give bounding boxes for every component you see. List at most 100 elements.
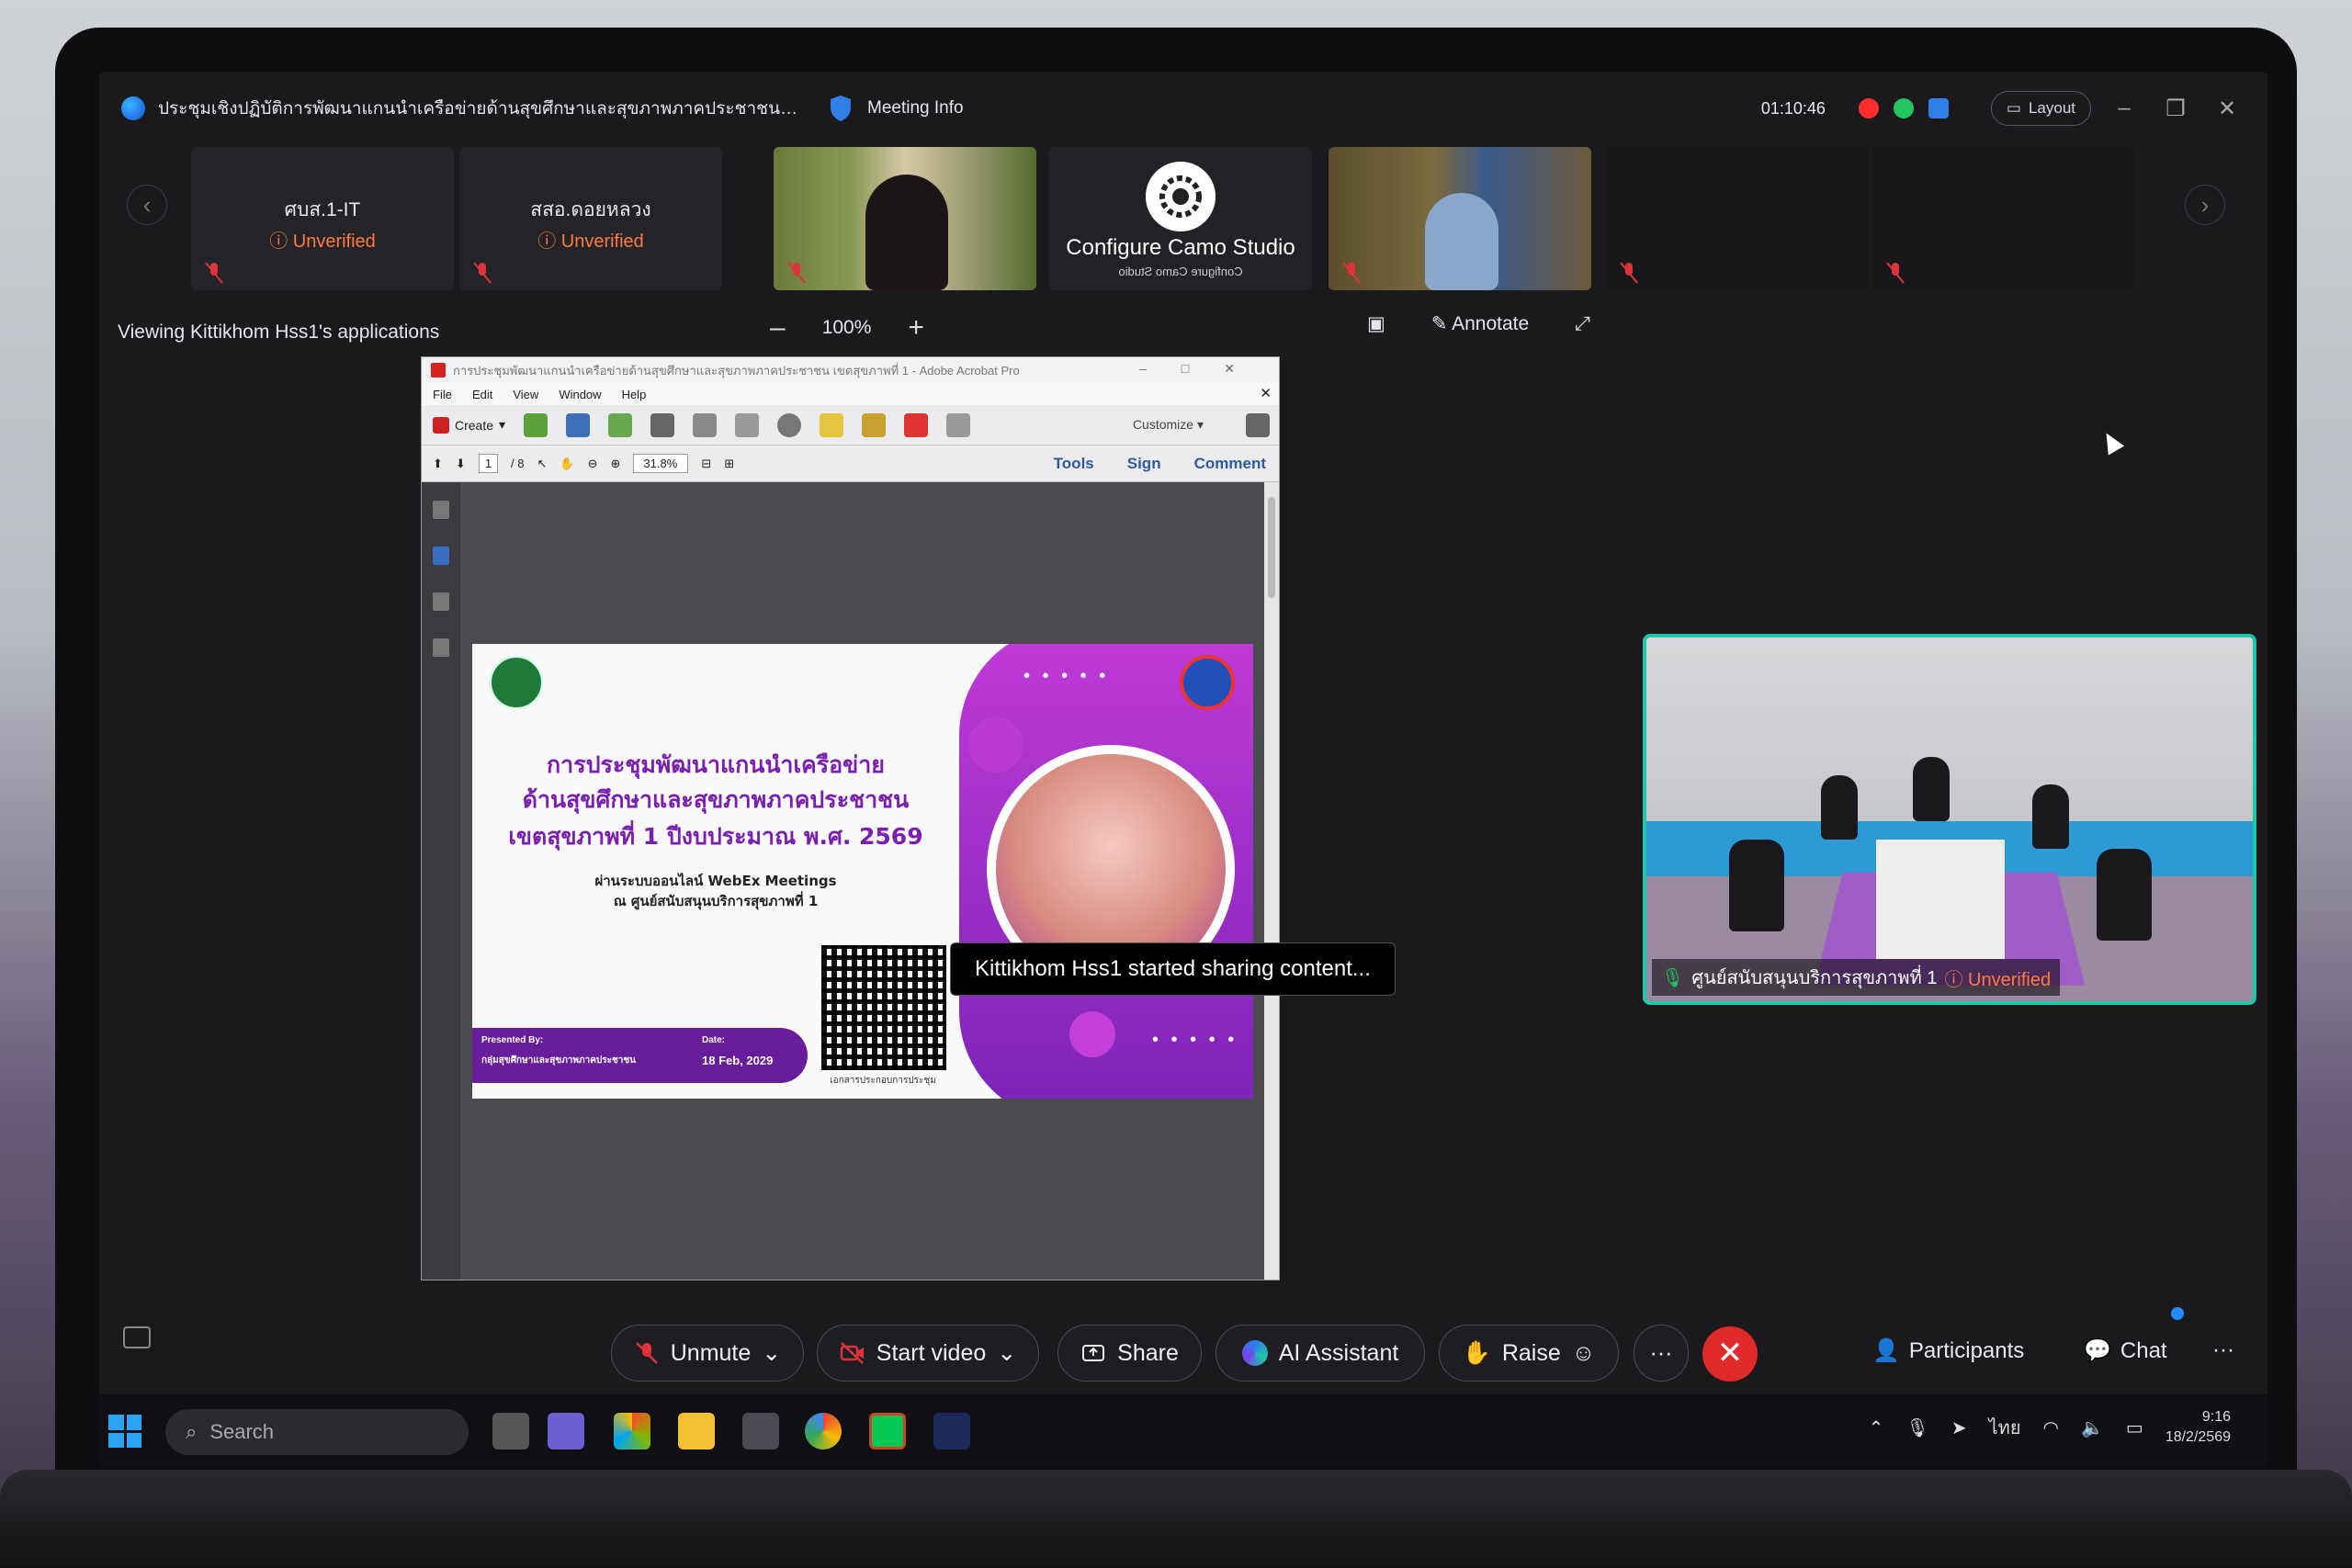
file-explorer-icon[interactable] xyxy=(678,1413,715,1450)
participant-tile-empty[interactable] xyxy=(1606,147,1869,290)
participant-video-tile[interactable] xyxy=(1329,147,1591,290)
menu-help[interactable]: Help xyxy=(622,388,647,401)
attachment-icon[interactable] xyxy=(433,592,449,611)
menu-window[interactable]: Window xyxy=(559,388,601,401)
audio-status-icon[interactable] xyxy=(1893,98,1914,118)
webex-app-icon[interactable] xyxy=(933,1413,970,1450)
fit-width-icon[interactable]: ⊞ xyxy=(724,457,734,471)
signature-icon[interactable] xyxy=(433,638,449,657)
select-tool-icon[interactable]: ↖ xyxy=(537,457,548,471)
acrobat-window-controls[interactable]: –□✕ xyxy=(1139,361,1270,377)
fit-page-icon[interactable]: ⊟ xyxy=(701,457,711,471)
clock[interactable]: 9:16 18/2/2569 xyxy=(2165,1407,2231,1448)
start-video-button[interactable]: Start video ⌄ xyxy=(817,1325,1039,1382)
tab-comment[interactable]: Comment xyxy=(1194,455,1266,473)
chat-button[interactable]: 💬 Chat xyxy=(2084,1337,2167,1364)
create-button[interactable]: Create ▾ xyxy=(433,416,505,434)
taskbar-search[interactable]: ⌕ Search xyxy=(165,1409,469,1455)
more-options-button[interactable]: ··· xyxy=(1634,1325,1689,1382)
calculator-icon[interactable] xyxy=(742,1413,779,1450)
hand-tool-icon[interactable]: ✋ xyxy=(560,457,574,471)
stamp-icon[interactable] xyxy=(862,412,887,437)
zoom-out-button[interactable]: – xyxy=(770,312,786,344)
save-icon[interactable] xyxy=(566,412,591,437)
location-icon[interactable]: ➤ xyxy=(1951,1416,1967,1439)
annotate-label: Annotate xyxy=(1452,313,1530,334)
menu-file[interactable]: File xyxy=(433,388,452,401)
close-document-icon[interactable]: ✕ xyxy=(1260,385,1272,401)
print-icon[interactable] xyxy=(650,412,675,437)
fullscreen-icon[interactable]: ⤢ xyxy=(1575,313,1590,335)
line-app-icon[interactable] xyxy=(869,1413,906,1450)
snipping-tool-icon[interactable] xyxy=(548,1413,584,1450)
minimize-icon[interactable]: – xyxy=(2106,96,2143,121)
annotate-button[interactable]: ✎ Annotate xyxy=(1431,312,1529,335)
participants-button[interactable]: 👤 Participants xyxy=(1872,1337,2024,1364)
zoom-input[interactable]: 31.8% xyxy=(633,454,689,473)
form-icon[interactable] xyxy=(946,412,971,437)
open-icon[interactable] xyxy=(524,412,548,437)
participant-tile-empty[interactable] xyxy=(1872,147,2135,290)
chevron-up-icon[interactable]: ⌃ xyxy=(1869,1416,1884,1439)
participant-tile[interactable]: สสอ.ดอยหลวง ⓘ Unverified xyxy=(459,147,722,290)
email-icon[interactable] xyxy=(735,412,760,437)
next-page-icon[interactable]: ⬇ xyxy=(456,457,466,471)
share-button[interactable]: Share xyxy=(1057,1325,1202,1382)
task-view-icon[interactable] xyxy=(492,1413,529,1450)
chevron-down-icon[interactable]: ⌄ xyxy=(762,1339,781,1367)
participant-video-tile[interactable] xyxy=(774,147,1036,290)
chevron-down-icon[interactable]: ⌄ xyxy=(997,1339,1016,1367)
mic-off-tray-icon[interactable]: 🎙 xyxy=(1905,1416,1928,1439)
restore-icon[interactable]: ❐ xyxy=(2157,96,2194,122)
expand-icon[interactable] xyxy=(1246,413,1270,437)
self-view-video[interactable]: 🎙 ศูนย์สนับสนุนบริการสุขภาพที่ 1 ⓘ Unver… xyxy=(1643,634,2256,1005)
menu-view[interactable]: View xyxy=(513,388,538,401)
language-indicator[interactable]: ไทย xyxy=(1989,1413,2021,1442)
raise-button[interactable]: ✋ Raise ☺ xyxy=(1439,1325,1619,1382)
windows-start-icon[interactable] xyxy=(108,1415,141,1448)
chat-icon: 💬 xyxy=(2084,1338,2111,1363)
menu-edit[interactable]: Edit xyxy=(472,388,492,401)
zoom-in-button[interactable]: + xyxy=(908,312,924,344)
tab-tools[interactable]: Tools xyxy=(1054,455,1094,473)
participant-tile[interactable]: ศบส.1-IT ⓘ Unverified xyxy=(191,147,454,290)
close-icon[interactable]: ✕ xyxy=(2209,96,2245,122)
zoom-out-icon[interactable]: ⊖ xyxy=(588,457,598,471)
battery-icon[interactable]: ▭ xyxy=(2126,1416,2143,1439)
slide-decor-dots: • • • • • xyxy=(1023,666,1110,686)
zoom-in-icon[interactable]: ⊕ xyxy=(611,457,621,471)
scrollbar[interactable] xyxy=(1264,482,1279,1280)
scrollbar-thumb[interactable] xyxy=(1268,497,1275,598)
slide-decor-dots: • • • • • xyxy=(1152,1030,1238,1050)
shield-icon[interactable] xyxy=(829,95,853,122)
prev-page-icon[interactable]: ⬆ xyxy=(433,457,443,471)
volume-icon[interactable]: 🔈 xyxy=(2081,1416,2104,1439)
edit-icon[interactable] xyxy=(693,412,718,437)
customize-dropdown[interactable]: Customize ▾ xyxy=(1133,417,1204,433)
cloud-icon[interactable] xyxy=(608,412,633,437)
copilot-icon[interactable] xyxy=(614,1413,650,1450)
pages-icon[interactable] xyxy=(433,501,449,519)
overflow-menu-icon[interactable]: ··· xyxy=(2212,1337,2234,1363)
people-icon[interactable] xyxy=(1928,98,1949,118)
reactions-icon[interactable]: ☺ xyxy=(1572,1340,1596,1367)
layout-button[interactable]: ▭ Layout xyxy=(1990,91,2091,126)
participant-camo-tile[interactable]: Configure Camo Studio Configure Camo Stu… xyxy=(1049,147,1312,290)
bookmark-icon[interactable] xyxy=(433,547,449,565)
end-call-button[interactable]: ✕ xyxy=(1702,1326,1758,1382)
remote-control-icon[interactable]: ▣ xyxy=(1367,312,1385,335)
chrome-icon[interactable] xyxy=(805,1413,842,1450)
chevron-left-icon[interactable]: ‹ xyxy=(127,185,167,225)
page-input[interactable]: 1 xyxy=(478,454,499,473)
redact-icon[interactable] xyxy=(904,412,929,437)
comment-icon[interactable] xyxy=(820,412,844,437)
recording-icon[interactable] xyxy=(1858,98,1879,118)
unmute-button[interactable]: Unmute ⌄ xyxy=(611,1325,804,1382)
settings-icon[interactable] xyxy=(777,412,802,437)
ai-assistant-button[interactable]: AI Assistant xyxy=(1216,1325,1425,1382)
person xyxy=(1729,840,1784,931)
meeting-info-link[interactable]: Meeting Info xyxy=(867,98,964,118)
wifi-icon[interactable]: ◠ xyxy=(2043,1416,2059,1439)
chevron-right-icon[interactable]: › xyxy=(2185,185,2225,225)
tab-sign[interactable]: Sign xyxy=(1127,455,1161,473)
